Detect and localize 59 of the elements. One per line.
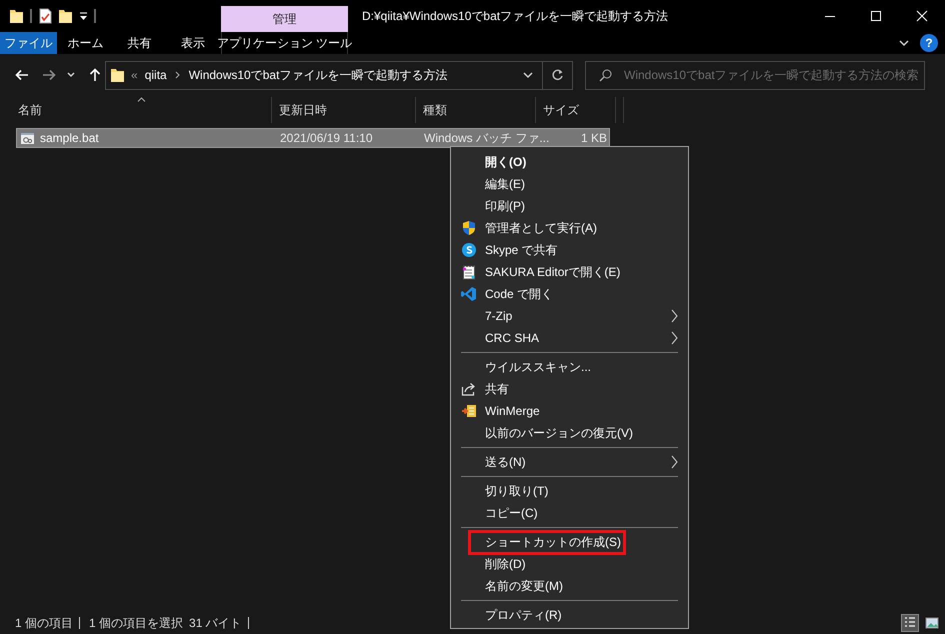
column-header[interactable]: 更新日時	[272, 97, 416, 123]
menu-item[interactable]: 送る(N)	[451, 451, 688, 473]
table-cell-text: sample.bat	[40, 131, 100, 145]
folder-icon[interactable]	[9, 8, 24, 24]
compare-icon	[460, 403, 476, 419]
folder-icon[interactable]	[58, 8, 73, 24]
window-title: D:¥qiita¥Windows10でbatファイルを一瞬で起動する方法	[361, 8, 670, 24]
share-icon	[460, 381, 476, 397]
menu-item[interactable]: コピー(C)	[451, 502, 688, 524]
menu-item[interactable]: プロパティ(R)	[451, 604, 688, 626]
menu-item[interactable]: SAKURA Editorで開く(E)	[451, 261, 688, 283]
menu-item[interactable]: 印刷(P)	[451, 195, 688, 217]
menu-item[interactable]: Skype で共有	[451, 239, 688, 261]
code-editor-icon	[460, 286, 476, 302]
column-header[interactable]: 種類	[416, 97, 536, 123]
table-cell-text: 2021/06/19 11:10	[280, 131, 374, 145]
file-row[interactable]: sample.bat 2021/06/19 11:10 Windows バッチ ファ... 1 KB	[16, 128, 610, 148]
details-view-icon[interactable]	[901, 614, 919, 632]
overflow-marker[interactable]: «	[131, 68, 138, 82]
menu-item[interactable]: 以前のバージョンの復元(V)	[451, 422, 688, 444]
checklist-icon[interactable]	[38, 8, 52, 24]
table-cell-text: 1 KB	[580, 131, 608, 145]
menu-item[interactable]: 編集(E)	[451, 173, 688, 195]
column-header[interactable]: サイズ	[536, 97, 616, 123]
search-field[interactable]: Windows10でbatファイルを一瞬で起動する方法の検索	[585, 60, 925, 90]
help-button[interactable]: ?	[920, 34, 938, 52]
column-header[interactable]: 名前	[0, 97, 272, 123]
dropdown-icon[interactable]	[79, 11, 88, 21]
menu-item[interactable]: 切り取り(T)	[451, 480, 688, 502]
menu-item[interactable]: 共有	[451, 378, 688, 400]
menu-item[interactable]: ウイルススキャン...	[451, 356, 688, 378]
status-text: 1 個の項目	[15, 614, 74, 632]
menu-item[interactable]: 開く(O)	[451, 151, 688, 173]
status-text: 31 バイト	[189, 614, 242, 632]
skype-icon	[460, 242, 476, 258]
notepad-icon	[460, 264, 476, 280]
table-cell-text: Windows バッチ ファ...	[424, 130, 550, 146]
shield-icon	[460, 220, 476, 236]
menu-item[interactable]: CRC SHA	[451, 327, 688, 349]
address-bar[interactable]: « qiita Windows10でbatファイルを一瞬で起動する方法	[105, 60, 573, 90]
search-icon	[599, 68, 612, 82]
file-tab[interactable]: ファイル	[0, 32, 57, 54]
sort-caret-icon	[137, 97, 146, 102]
menu-item[interactable]: ショートカットの作成(S)	[451, 531, 688, 553]
menu-item[interactable]: 名前の変更(M)	[451, 575, 688, 597]
ribbon-tab[interactable]: ホーム	[57, 32, 114, 54]
batch-file-icon	[20, 132, 35, 144]
folder-icon	[110, 67, 125, 83]
status-text: 1 個の項目を選択	[89, 614, 184, 632]
ribbon-tab[interactable]: 共有	[114, 32, 165, 54]
menu-item[interactable]: Code で開く	[451, 283, 688, 305]
menu-item[interactable]: 管理者として実行(A)	[451, 217, 688, 239]
menu-item[interactable]: 7-Zip	[451, 305, 688, 327]
breadcrumb[interactable]: Windows10でbatファイルを一瞬で起動する方法	[188, 66, 448, 84]
chevron-right-icon[interactable]	[174, 71, 180, 79]
tool-group-header: 管理	[221, 6, 348, 32]
breadcrumb[interactable]: qiita	[144, 68, 167, 82]
menu-item[interactable]: WinMerge	[451, 400, 688, 422]
menu-item[interactable]: 削除(D)	[451, 553, 688, 575]
